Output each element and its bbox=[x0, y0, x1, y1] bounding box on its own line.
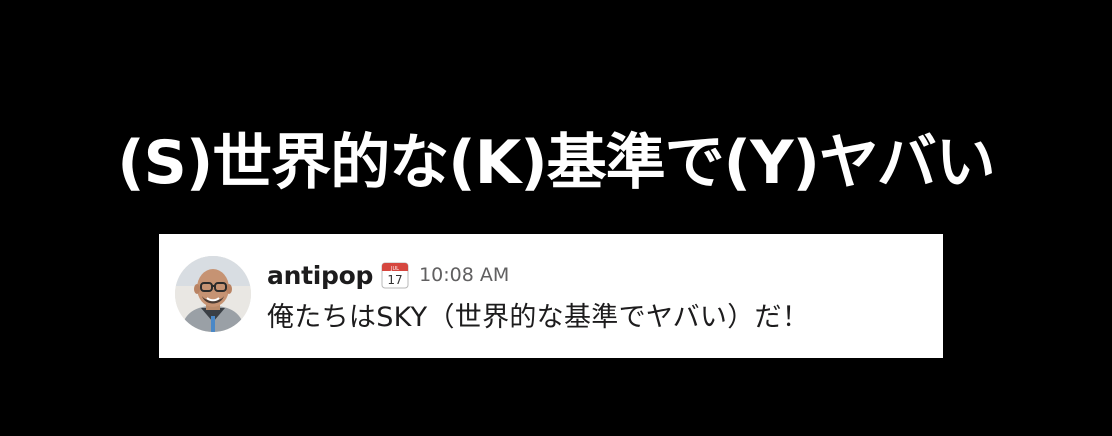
sender-name[interactable]: antipop bbox=[267, 261, 373, 290]
message-header: antipop JUL 17 10:08 AM bbox=[267, 258, 509, 292]
headline-title: (S)世界的な(K)基準で(Y)ヤバい bbox=[117, 128, 996, 198]
message-timestamp[interactable]: 10:08 AM bbox=[419, 264, 509, 286]
message-body: 俺たちはSKY（世界的な基準でヤバい）だ！ bbox=[267, 302, 810, 333]
calendar-icon[interactable]: JUL 17 bbox=[381, 261, 409, 289]
user-avatar[interactable] bbox=[175, 256, 251, 332]
avatar-photo-icon bbox=[175, 256, 251, 332]
calendar-day: 17 bbox=[387, 273, 402, 287]
calendar-month: JUL bbox=[390, 266, 399, 272]
chat-message: antipop JUL 17 10:08 AM 俺たちはSKY（世界的な基準でヤ… bbox=[159, 234, 943, 358]
